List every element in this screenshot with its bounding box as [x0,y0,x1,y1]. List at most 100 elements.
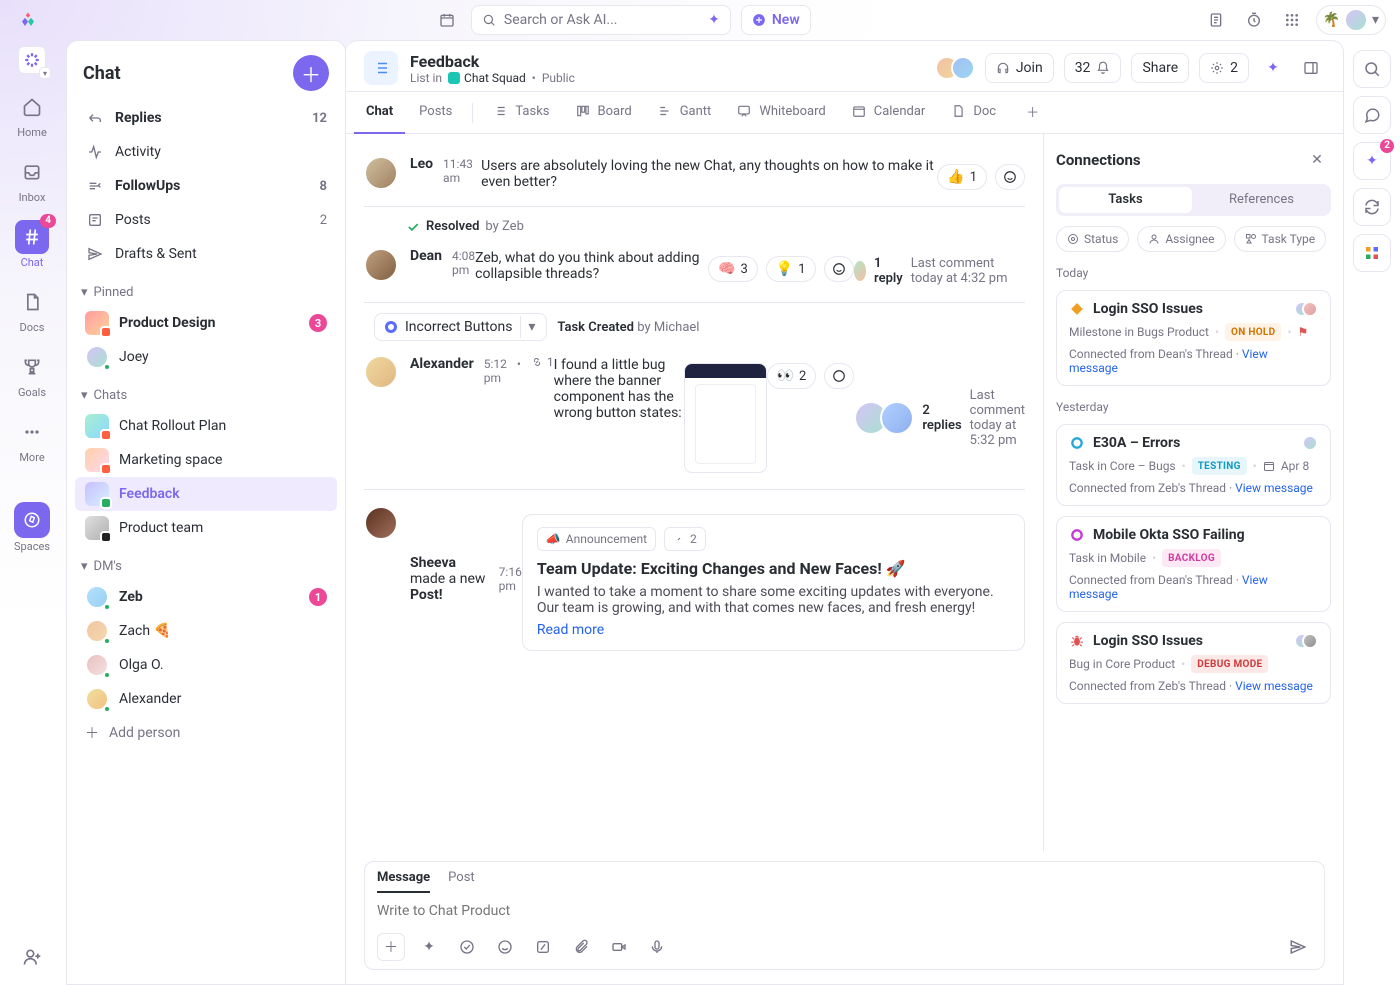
dm-alexander[interactable]: Alexander [75,682,337,716]
join-button[interactable]: Join [985,53,1054,83]
add-view-button[interactable]: ＋ [1014,92,1051,134]
connections-count-chip[interactable]: 2 [664,527,706,551]
filter-tasktype[interactable]: Task Type [1234,226,1327,252]
view-posts[interactable]: Posts [407,92,464,134]
rail-chat[interactable]: 4 Chat [4,214,60,275]
nav-followups[interactable]: FollowUps 8 [75,169,337,203]
close-icon[interactable]: ✕ [1303,146,1331,174]
composer-tab-post[interactable]: Post [448,870,475,893]
view-gantt[interactable]: Gantt [646,92,724,134]
reaction-eyes[interactable]: 👀2 [767,363,817,389]
nav-drafts[interactable]: Drafts & Sent [75,237,337,271]
add-reaction[interactable] [824,363,854,389]
emoji-icon[interactable] [491,933,519,961]
attachment-image[interactable] [684,363,767,473]
tab-references[interactable]: References [1195,187,1328,213]
view-message-link[interactable]: View message [1235,679,1313,693]
connection-card[interactable]: E30A – Errors Task in Core – Bugs• TESTI… [1056,424,1331,506]
thread-summary[interactable]: 1 reply Last comment today at 4:32 pm [854,256,1025,286]
rail-docs[interactable]: Docs [4,279,60,340]
new-chat-button[interactable]: ＋ [293,55,329,91]
dm-olga[interactable]: Olga O. [75,648,337,682]
members-count[interactable]: 32 [1064,53,1122,83]
add-reaction[interactable] [995,164,1025,190]
connection-card[interactable]: Login SSO Issues Milestone in Bugs Produ… [1056,290,1331,386]
workspace-switcher[interactable]: ▾ [18,46,46,74]
chat-rollout[interactable]: Chat Rollout Plan [75,409,337,443]
view-whiteboard[interactable]: Whiteboard [725,92,837,134]
filter-assignee[interactable]: Assignee [1137,226,1225,252]
automations-button[interactable]: 2 [1199,53,1249,83]
notepad-icon[interactable] [1202,6,1230,34]
comment-icon[interactable] [1353,96,1391,134]
rail-inbox[interactable]: Inbox [4,149,60,210]
ai-sparkle-icon[interactable]: ✦ [1259,54,1287,82]
reaction-brain[interactable]: 🧠3 [708,256,758,282]
panel-toggle-icon[interactable] [1297,54,1325,82]
dm-zeb[interactable]: Zeb 1 [75,580,337,614]
view-chat[interactable]: Chat [354,92,405,134]
apps-grid-icon[interactable] [1278,6,1306,34]
connection-card[interactable]: Mobile Okta SSO Failing Task in Mobile• … [1056,516,1331,612]
connections-inline[interactable]: 1 [531,355,554,369]
pinned-joey[interactable]: Joey [75,340,337,374]
announcement-chip[interactable]: 📣Announcement [537,527,656,551]
reaction-thumbsup[interactable]: 👍1 [937,164,987,190]
rail-home[interactable]: Home [4,84,60,145]
pinned-product-design[interactable]: Product Design 3 [75,306,337,340]
member-avatars[interactable] [935,56,975,80]
search-icon[interactable] [1353,50,1391,88]
read-more-link[interactable]: Read more [537,622,1010,638]
nav-replies[interactable]: Replies 12 [75,101,337,135]
view-doc[interactable]: Doc [939,92,1008,134]
video-icon[interactable] [605,933,633,961]
reaction-bulb[interactable]: 💡1 [766,256,816,282]
user-menu[interactable]: 🌴 ▾ [1316,5,1386,35]
send-button[interactable] [1284,933,1312,961]
view-board[interactable]: Board [564,92,644,134]
chevron-down-icon[interactable]: ▾ [520,316,542,338]
ai-assistant-icon[interactable]: 2✦ [1353,142,1391,180]
timer-icon[interactable] [1240,6,1268,34]
task-chip[interactable]: Incorrect Buttons ▾ [374,313,547,341]
sync-icon[interactable] [1353,188,1391,226]
space-chip[interactable]: Chat Squad [448,71,526,85]
rail-spaces[interactable]: Spaces [4,496,60,559]
nav-posts[interactable]: Posts 2 [75,203,337,237]
section-chats[interactable]: ▾ Chats [67,374,345,409]
add-person[interactable]: ＋ Add person [75,716,337,750]
global-search[interactable]: Search or Ask AI... ✦ [471,5,731,35]
app-logo[interactable] [14,6,42,34]
connection-card[interactable]: Login SSO Issues Bug in Core Product• DE… [1056,622,1331,704]
mic-icon[interactable] [643,933,671,961]
invite-person-icon[interactable] [18,943,46,971]
apps-icon[interactable] [1353,234,1391,272]
share-button[interactable]: Share [1131,53,1189,83]
chat-marketing[interactable]: Marketing space [75,443,337,477]
add-reaction[interactable] [824,256,854,282]
section-pinned[interactable]: ▾ Pinned [67,271,345,306]
task-icon[interactable] [453,933,481,961]
filter-status[interactable]: Status [1056,226,1129,252]
chat-product-team[interactable]: Product team [75,511,337,545]
tab-tasks[interactable]: Tasks [1059,187,1192,213]
view-calendar[interactable]: Calendar [840,92,938,134]
chat-feedback[interactable]: Feedback [75,477,337,511]
rail-goals[interactable]: Goals [4,344,60,405]
composer-input[interactable] [377,899,1312,929]
view-message-link[interactable]: View message [1235,481,1313,495]
dm-zach[interactable]: Zach 🍕 [75,614,337,648]
view-tasks[interactable]: Tasks [481,92,561,134]
slash-command-icon[interactable] [529,933,557,961]
composer-tab-message[interactable]: Message [377,870,430,893]
calendar-icon[interactable] [433,6,461,34]
new-button[interactable]: New [741,5,811,35]
nav-activity[interactable]: Activity [75,135,337,169]
attachment-icon[interactable] [567,933,595,961]
rail-more[interactable]: More [4,409,60,470]
post-card[interactable]: 📣Announcement 2 Team Update: Exciting Ch… [522,514,1025,651]
ai-sparkle-icon[interactable]: ✦ [415,933,443,961]
section-dms[interactable]: ▾ DM's [67,545,345,580]
thread-summary[interactable]: 2 replies Last comment today at 5:32 pm [854,363,1025,473]
composer-add-button[interactable]: ＋ [377,933,405,961]
